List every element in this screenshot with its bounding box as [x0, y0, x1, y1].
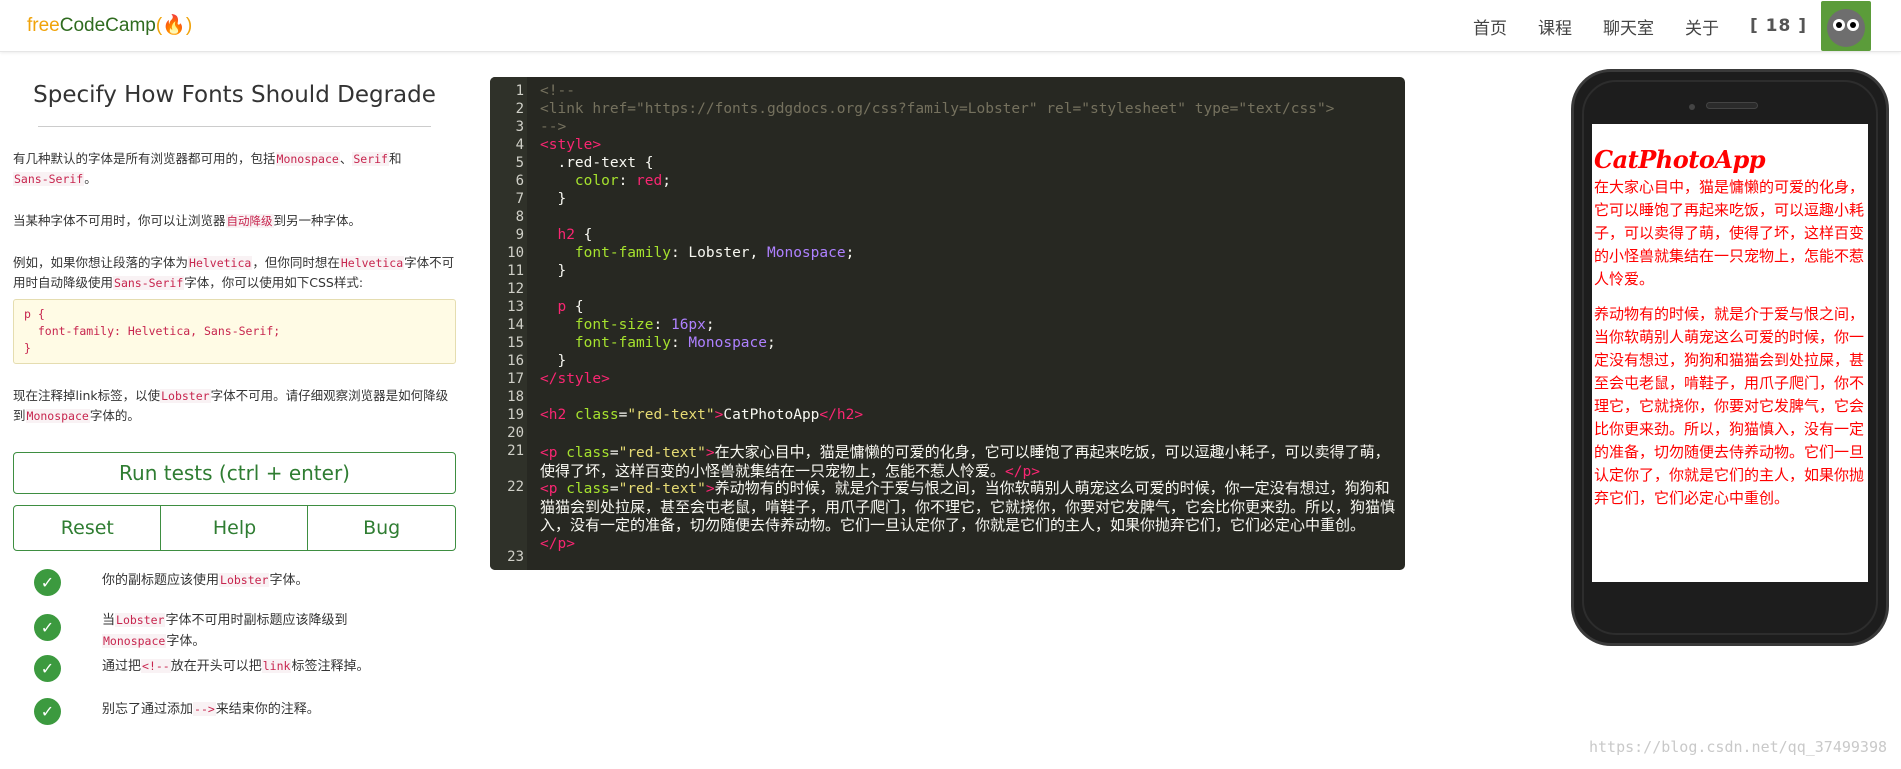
code-editor[interactable]: 1 2 3 4 5 6 7 8 9 10 11 12 13 14 15 16 1…: [490, 77, 1405, 570]
line-number: 6: [515, 173, 524, 189]
code-line: }: [540, 263, 567, 279]
line-number: 17: [507, 371, 524, 387]
run-tests-button[interactable]: Run tests (ctrl + enter): [13, 452, 456, 494]
description-p3: 例如，如果你想让段落的字体为Helvetica，但你同时想在Helvetica字…: [13, 255, 455, 290]
line-number: 5: [515, 155, 524, 171]
line-number: 4: [515, 137, 524, 153]
action-buttons: Reset Help Bug: [13, 505, 457, 551]
example-code-block: p { font-family: Helvetica, Sans-Serif; …: [13, 299, 456, 364]
line-number: 16: [507, 353, 524, 369]
phone-preview: CatPhotoApp 在大家心目中，猫是慵懒的可爱的化身，它可以睡饱了再起来吃…: [1571, 69, 1889, 646]
code-line: .red-text {: [540, 155, 654, 171]
description-p2: 当某种字体不可用时，你可以让浏览器自动降级到另一种字体。: [13, 213, 362, 228]
preview-paragraph-1: 在大家心目中，猫是慵懒的可爱的化身，它可以睡饱了再起来吃饭，可以逗趣小耗子，可以…: [1594, 178, 1865, 288]
top-navbar: freeCodeCamp(🔥) 首页 课程 聊天室 关于 [ 18 ]: [0, 0, 1901, 52]
code-line: </style>: [540, 371, 610, 387]
brand-codecamp: CodeCamp: [59, 15, 156, 36]
code-line: <!--: [540, 83, 575, 99]
code-line: <p class="red-text">在大家心目中，猫是慵懒的可爱的化身，它可…: [540, 443, 1390, 480]
code-line: <style>: [540, 137, 602, 153]
line-number: 7: [515, 191, 524, 207]
check-icon: ✓: [34, 614, 61, 641]
camera-icon: [1689, 104, 1695, 110]
line-number: 10: [507, 245, 524, 261]
avatar-eye-right: [1847, 19, 1859, 31]
description-p4: 现在注释掉link标签，以使Lobster字体不可用。请仔细观察浏览器是如何降级…: [13, 388, 449, 423]
code-line: <link href="https://fonts.gdgdocs.org/cs…: [540, 101, 1335, 117]
line-number: 15: [507, 335, 524, 351]
preview-heading: CatPhotoApp: [1594, 145, 1766, 174]
points-count[interactable]: [ 18 ]: [1750, 16, 1807, 36]
code-line: color: red;: [540, 173, 671, 189]
line-number: 20: [507, 425, 524, 441]
line-number: 12: [507, 281, 524, 297]
line-number: 19: [507, 407, 524, 423]
line-number: 8: [515, 209, 524, 225]
brand-free: free: [27, 15, 60, 36]
nav-links: 首页 课程 聊天室 关于 [ 18 ]: [1442, 0, 1871, 52]
user-avatar[interactable]: [1821, 1, 1871, 51]
title-divider: [38, 126, 431, 127]
line-number: 22: [507, 479, 524, 495]
nav-chat[interactable]: 聊天室: [1603, 14, 1654, 39]
code-line: }: [540, 353, 567, 369]
test-item: ✓ 你的副标题应该使用Lobster字体。: [13, 567, 456, 610]
preview-screen[interactable]: CatPhotoApp 在大家心目中，猫是慵懒的可爱的化身，它可以睡饱了再起来吃…: [1592, 124, 1868, 582]
code-line: <p class="red-text">养动物有的时候，就是介于爱与恨之间，当你…: [540, 479, 1396, 552]
check-icon: ✓: [34, 655, 61, 682]
speaker-icon: [1706, 102, 1758, 109]
brand-logo[interactable]: freeCodeCamp(🔥): [27, 13, 192, 37]
line-number: 2: [515, 101, 524, 117]
line-number: 21: [507, 443, 524, 459]
brand-fire-icon: (🔥): [155, 15, 193, 36]
code-line: <h2 class="red-text">CatPhotoApp</h2>: [540, 407, 864, 423]
nav-about[interactable]: 关于: [1685, 14, 1719, 39]
code-line: -->: [540, 119, 567, 135]
test-item: ✓ 当Lobster字体不可用时副标题应该降级到 Monospace字体。: [13, 610, 456, 653]
challenge-panel: Specify How Fonts Should Degrade 有几种默认的字…: [13, 52, 457, 739]
test-list: ✓ 你的副标题应该使用Lobster字体。 ✓ 当Lobster字体不可用时副标…: [13, 567, 456, 739]
line-number: 14: [507, 317, 524, 333]
code-line: h2 {: [557, 227, 593, 243]
test-item: ✓ 通过把<!--放在开头可以把link标签注释掉。: [13, 653, 456, 696]
preview-paragraph-2: 养动物有的时候，就是介于爱与恨之间，当你软萌别人萌宠这么可爱的时候，你一定没有想…: [1594, 305, 1865, 507]
code-line: font-family: Monospace;: [540, 335, 776, 351]
line-number: 9: [515, 227, 524, 243]
line-number: 13: [507, 299, 524, 315]
line-number: 23: [507, 549, 524, 565]
check-icon: ✓: [34, 569, 61, 596]
check-icon: ✓: [34, 698, 61, 725]
watermark: https://blog.csdn.net/qq_37499398: [1588, 738, 1887, 756]
reset-button[interactable]: Reset: [13, 505, 162, 551]
code-line: font-size: 16px;: [540, 317, 715, 333]
avatar-eye-left: [1833, 19, 1845, 31]
help-button[interactable]: Help: [160, 505, 309, 551]
code-line: p {: [557, 299, 584, 315]
line-number: 11: [507, 263, 524, 279]
code-line: font-family: Lobster, Monospace;: [540, 245, 855, 261]
line-number: 3: [515, 119, 524, 135]
line-number: 1: [515, 83, 524, 99]
nav-home[interactable]: 首页: [1473, 14, 1507, 39]
code-line: }: [540, 191, 567, 207]
description-p1: 有几种默认的字体是所有浏览器都可用的，包括Monospace、Serif和 San…: [13, 151, 402, 186]
line-number: 18: [507, 389, 524, 405]
nav-courses[interactable]: 课程: [1538, 14, 1572, 39]
avatar-face-icon: [1827, 9, 1865, 47]
bug-button[interactable]: Bug: [307, 505, 457, 551]
test-item: ✓ 别忘了通过添加-->来结束你的注释。: [13, 696, 456, 739]
challenge-title: Specify How Fonts Should Degrade: [33, 82, 436, 108]
